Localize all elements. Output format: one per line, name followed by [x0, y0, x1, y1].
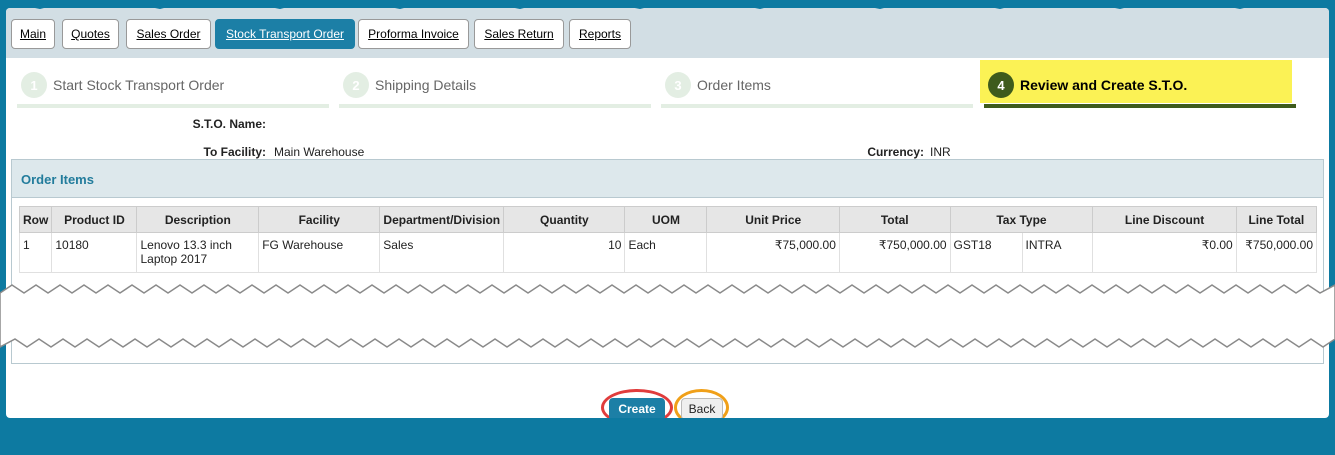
cell-uom: Each: [624, 232, 708, 273]
back-button[interactable]: Back: [681, 398, 723, 418]
order-items-title: Order Items: [12, 160, 1323, 198]
cell-tax-kind: INTRA: [1021, 232, 1094, 273]
cell-facility: FG Warehouse: [258, 232, 381, 273]
cell-description: Lenovo 13.3 inch Laptop 2017: [136, 232, 260, 273]
currency-label: Currency:: [867, 145, 924, 159]
step-label: Order Items: [697, 77, 771, 93]
cell-quantity: 10: [503, 232, 626, 273]
step-label: Start Stock Transport Order: [53, 77, 225, 93]
step-order-items[interactable]: 3 Order Items: [661, 68, 973, 108]
column-header: Tax Type: [949, 206, 1094, 233]
cell-line-discount: ₹0.00: [1092, 232, 1237, 273]
cell-department: Sales: [379, 232, 505, 273]
create-button[interactable]: Create: [609, 398, 665, 418]
column-header: Quantity: [503, 206, 626, 233]
column-header: Facility: [258, 206, 381, 233]
order-items-table: Row Product ID Description Facility Depa…: [18, 206, 1318, 273]
column-header: Department/Division: [379, 206, 505, 233]
cell-line-total: ₹750,000.00: [1235, 232, 1318, 273]
step-progress-bar: [339, 104, 651, 108]
table-header-row: Row Product ID Description Facility Depa…: [18, 206, 1318, 233]
step-label: Review and Create S.T.O.: [1020, 77, 1188, 93]
step-review-create[interactable]: 4 Review and Create S.T.O.: [980, 60, 1296, 108]
step-shipping-details[interactable]: 2 Shipping Details: [339, 68, 651, 108]
tab-sales-order[interactable]: Sales Order: [126, 19, 211, 49]
tab-quotes[interactable]: Quotes: [62, 19, 119, 49]
tab-proforma-invoice[interactable]: Proforma Invoice: [358, 19, 469, 49]
torn-top-edge: [0, 0, 1335, 9]
to-facility-value: Main Warehouse: [274, 145, 365, 159]
to-facility-label: To Facility:: [203, 145, 266, 159]
tab-reports[interactable]: Reports: [569, 19, 631, 49]
step-label: Shipping Details: [375, 77, 477, 93]
cell-row: 1: [18, 232, 53, 273]
cell-total: ₹750,000.00: [838, 232, 951, 273]
cell-tax-code: GST18: [949, 232, 1023, 273]
currency-value: INR: [930, 145, 951, 159]
table-row: 1 10180 Lenovo 13.3 inch Laptop 2017 FG …: [18, 232, 1318, 273]
step-progress-bar: [984, 104, 1296, 108]
step-number: 4: [988, 72, 1014, 98]
column-header: Row: [18, 206, 53, 233]
column-header: Total: [838, 206, 951, 233]
column-header: UOM: [624, 206, 708, 233]
torn-page-gap: [0, 284, 1335, 348]
column-header: Unit Price: [706, 206, 840, 233]
tab-main[interactable]: Main: [11, 19, 55, 49]
step-number: 2: [343, 72, 369, 98]
column-header: Product ID: [51, 206, 138, 233]
step-progress-bar: [661, 104, 973, 108]
step-number: 1: [21, 72, 47, 98]
sto-name-label: S.T.O. Name:: [192, 117, 266, 131]
column-header: Line Discount: [1092, 206, 1237, 233]
step-number: 3: [665, 72, 691, 98]
column-header: Description: [136, 206, 260, 233]
step-progress-bar: [17, 104, 329, 108]
tab-stock-transport-order[interactable]: Stock Transport Order: [215, 19, 355, 49]
tab-sales-return[interactable]: Sales Return: [474, 19, 564, 49]
cell-product-id: 10180: [51, 232, 138, 273]
cell-unit-price: ₹75,000.00: [706, 232, 840, 273]
column-header: Line Total: [1235, 206, 1318, 233]
step-start[interactable]: 1 Start Stock Transport Order: [17, 68, 329, 108]
